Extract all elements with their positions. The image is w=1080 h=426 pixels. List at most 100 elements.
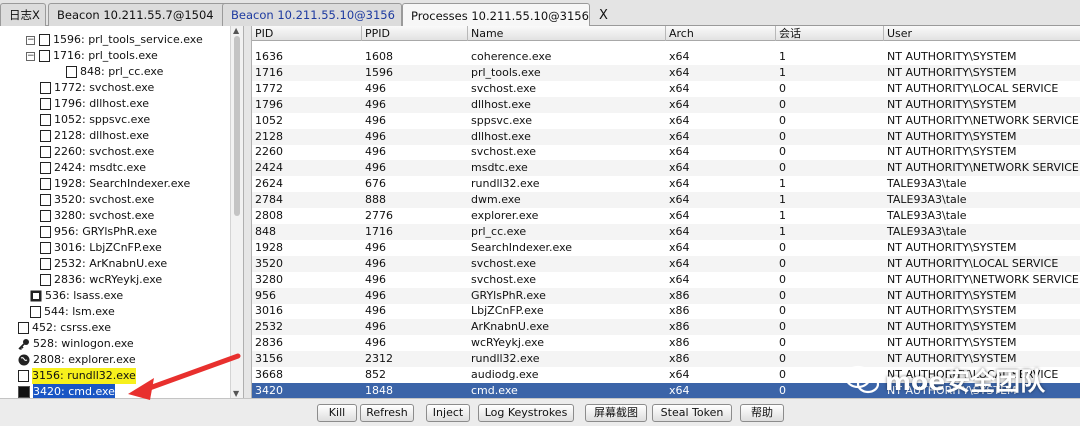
tab-log[interactable]: 日志X xyxy=(0,3,46,26)
column-arch[interactable]: Arch xyxy=(666,26,776,41)
column-pid[interactable]: PID xyxy=(252,26,362,41)
table-cell: NT AUTHORITY\SYSTEM xyxy=(887,50,1017,63)
tree-item[interactable]: 2260: svchost.exe xyxy=(40,144,154,160)
table-row[interactable]: 1928 496 SearchIndexer.exe x64 0 NT AUTHORITY… xyxy=(252,240,1080,256)
table-cell: x64 xyxy=(669,161,690,175)
tree-item[interactable]: 956: GRYlsPhR.exe xyxy=(40,224,157,240)
table-cell: 3016 xyxy=(255,304,283,318)
table-cell: 3420 xyxy=(255,383,283,397)
column-name[interactable]: Name xyxy=(468,26,666,41)
tree-item-label: 2128: dllhost.exe xyxy=(54,129,150,142)
table-row[interactable]: 3520 496 svchost.exe x64 0 NT AUTHORITY\LOCAL… xyxy=(252,255,1080,272)
tree-item[interactable]: 1796: dllhost.exe xyxy=(40,96,149,112)
table-row[interactable]: 1636 1608 coherence.exe x64 1 NT AUTHORITY\SY… xyxy=(252,49,1080,65)
table-cell: 1596 xyxy=(365,65,393,79)
table-cell: NT AUTHORITY\SYSTEM xyxy=(887,320,1017,334)
table-cell: 1 xyxy=(779,224,786,238)
table-cell: 1052 xyxy=(255,113,283,127)
table-cell: 496 xyxy=(365,145,386,159)
table-row[interactable]: 2260 496 svchost.exe x64 0 NT AUTHORITY\SYSTE… xyxy=(252,144,1080,160)
inject-button[interactable]: Inject xyxy=(426,404,470,422)
table-row[interactable]: 2784 888 dwm.exe x64 1 TALE93A3\tale xyxy=(252,192,1080,209)
process-tree[interactable]: − 1596: prl_tools_service.exe − 1716: prl_t… xyxy=(0,26,244,398)
table-row[interactable]: 2424 496 msdtc.exe x64 0 NT AUTHORITY\NETWORK… xyxy=(252,160,1080,177)
tree-item[interactable]: − 1596: prl_tools_service.exe xyxy=(26,32,203,48)
table-cell: x86 xyxy=(669,336,690,350)
tree-item[interactable]: 452: csrss.exe xyxy=(18,320,111,336)
tab-log-label: 日志X xyxy=(9,8,40,22)
tree-item[interactable]: 2128: dllhost.exe xyxy=(40,128,149,144)
key-icon xyxy=(18,338,30,351)
tree-item[interactable]: 3280: svchost.exe xyxy=(40,208,154,224)
tree-item[interactable]: 2836: wcRYeykj.exe xyxy=(40,272,162,288)
close-icon[interactable]: X xyxy=(599,8,608,23)
table-row[interactable]: 2836 496 wcRYeykj.exe x86 0 NT AUTHORITY\SYST… xyxy=(252,335,1080,351)
table-cell: x64 xyxy=(669,272,690,286)
kill-button[interactable]: Kill xyxy=(317,404,357,422)
tree-item[interactable]: 3520: svchost.exe xyxy=(40,192,154,208)
table-cell: NT AUTHORITY\SYSTEM xyxy=(887,288,1017,302)
tree-scrollbar[interactable]: ▲ ▼ xyxy=(230,26,243,398)
table-row[interactable]: 3016 496 LbjZCnFP.exe x86 0 NT AUTHORITY\SYST… xyxy=(252,303,1080,319)
column-session[interactable]: 会话 xyxy=(776,26,884,41)
help-button[interactable]: 帮助 xyxy=(740,404,784,422)
table-cell: 1 xyxy=(779,65,786,79)
tab-beacon-1504[interactable]: Beacon 10.211.55.7@1504 X xyxy=(48,3,248,26)
window-icon xyxy=(40,146,51,158)
table-row[interactable]: 2128 496 dllhost.exe x64 0 NT AUTHORITY\SYSTE… xyxy=(252,128,1080,145)
table-cell: NT AUTHORITY\LOCAL SERVICE xyxy=(887,256,1059,270)
tab-beacon-3156[interactable]: Beacon 10.211.55.10@3156 X xyxy=(222,3,414,26)
tree-item-label: 3280: svchost.exe xyxy=(54,209,155,222)
tree-item[interactable]: 848: prl_cc.exe xyxy=(66,64,163,80)
window-icon xyxy=(40,82,51,94)
tree-item[interactable]: 1052: sppsvc.exe xyxy=(40,112,150,128)
table-cell: cmd.exe xyxy=(471,383,518,397)
tree-item[interactable]: − 1716: prl_tools.exe xyxy=(26,48,158,64)
panel-splitter[interactable] xyxy=(244,26,252,398)
scroll-up-icon[interactable]: ▲ xyxy=(233,26,239,35)
table-cell: 0 xyxy=(779,288,786,302)
tree-item[interactable]: 544: lsm.exe xyxy=(30,304,115,320)
steal-token-button[interactable]: Steal Token xyxy=(652,404,732,422)
log-keystrokes-button[interactable]: Log Keystrokes xyxy=(478,404,574,422)
table-row[interactable]: 3280 496 svchost.exe x64 0 NT AUTHORITY\NETWO… xyxy=(252,272,1080,288)
table-cell: 496 xyxy=(365,81,386,95)
column-ppid[interactable]: PPID xyxy=(362,26,468,41)
table-cell: 0 xyxy=(779,256,786,270)
collapse-icon[interactable]: − xyxy=(26,35,35,45)
tree-item-label: 2260: svchost.exe xyxy=(54,145,155,158)
table-row[interactable]: 1052 496 sppsvc.exe x64 0 NT AUTHORITY\NETWOR… xyxy=(252,113,1080,129)
tree-item[interactable]: 536: lsass.exe xyxy=(30,288,123,304)
tree-item-label: 536: lsass.exe xyxy=(45,289,124,302)
tree-item[interactable]: 1772: svchost.exe xyxy=(40,80,154,96)
refresh-button[interactable]: Refresh xyxy=(360,404,414,422)
tree-item[interactable]: 2424: msdtc.exe xyxy=(40,160,146,176)
table-row[interactable]: 2624 676 rundll32.exe x64 1 TALE93A3\tale xyxy=(252,176,1080,192)
table-cell: svchost.exe xyxy=(471,256,537,270)
tree-item[interactable]: 3420: cmd.exe xyxy=(18,384,115,398)
table-cell: 1 xyxy=(779,209,786,222)
table-row[interactable]: 1796 496 dllhost.exe x64 0 NT AUTHORITY\SYSTE… xyxy=(252,96,1080,113)
tree-item[interactable]: 2532: ArKnabnU.exe xyxy=(40,256,167,272)
tree-item[interactable]: 3016: LbjZCnFP.exe xyxy=(40,240,162,256)
table-row[interactable]: 1716 1596 prl_tools.exe x64 1 NT AUTHORITY\SY… xyxy=(252,64,1080,81)
tab-processes-3156-label: Processes 10.211.55.10@3156 xyxy=(411,8,589,23)
tree-item[interactable]: 1928: SearchIndexer.exe xyxy=(40,176,190,192)
table-cell: 2424 xyxy=(255,161,283,175)
collapse-icon[interactable]: − xyxy=(26,51,35,61)
tab-processes-3156[interactable]: Processes 10.211.55.10@3156 X xyxy=(402,3,608,27)
table-cell: NT AUTHORITY\SYSTEM xyxy=(887,240,1017,254)
table-cell: x64 xyxy=(669,113,690,127)
tree-item-label: 3520: svchost.exe xyxy=(54,193,155,206)
process-table[interactable]: PID PPID Name Arch 会话 User 1636 1608 coher… xyxy=(252,26,1080,398)
table-row[interactable]: 1772 496 svchost.exe x64 0 NT AUTHORITY\LOCAL… xyxy=(252,81,1080,97)
scroll-thumb[interactable] xyxy=(234,36,240,216)
table-cell: svchost.exe xyxy=(471,145,537,159)
table-cell: NT AUTHORITY\SYSTEM xyxy=(887,336,1017,350)
table-row[interactable]: 2808 2776 explorer.exe x64 1 TALE93A3\tale xyxy=(252,208,1080,224)
screenshot-button[interactable]: 屏幕截图 xyxy=(585,404,647,422)
table-row[interactable]: 956 496 GRYlsPhR.exe x86 0 NT AUTHORITY\SYSTE… xyxy=(252,287,1080,304)
table-row[interactable]: 2532 496 ArKnabnU.exe x86 0 NT AUTHORITY\SYST… xyxy=(252,319,1080,336)
column-user[interactable]: User xyxy=(884,26,1080,41)
table-row[interactable]: 848 1716 prl_cc.exe x64 1 TALE93A3\tale xyxy=(252,223,1080,240)
